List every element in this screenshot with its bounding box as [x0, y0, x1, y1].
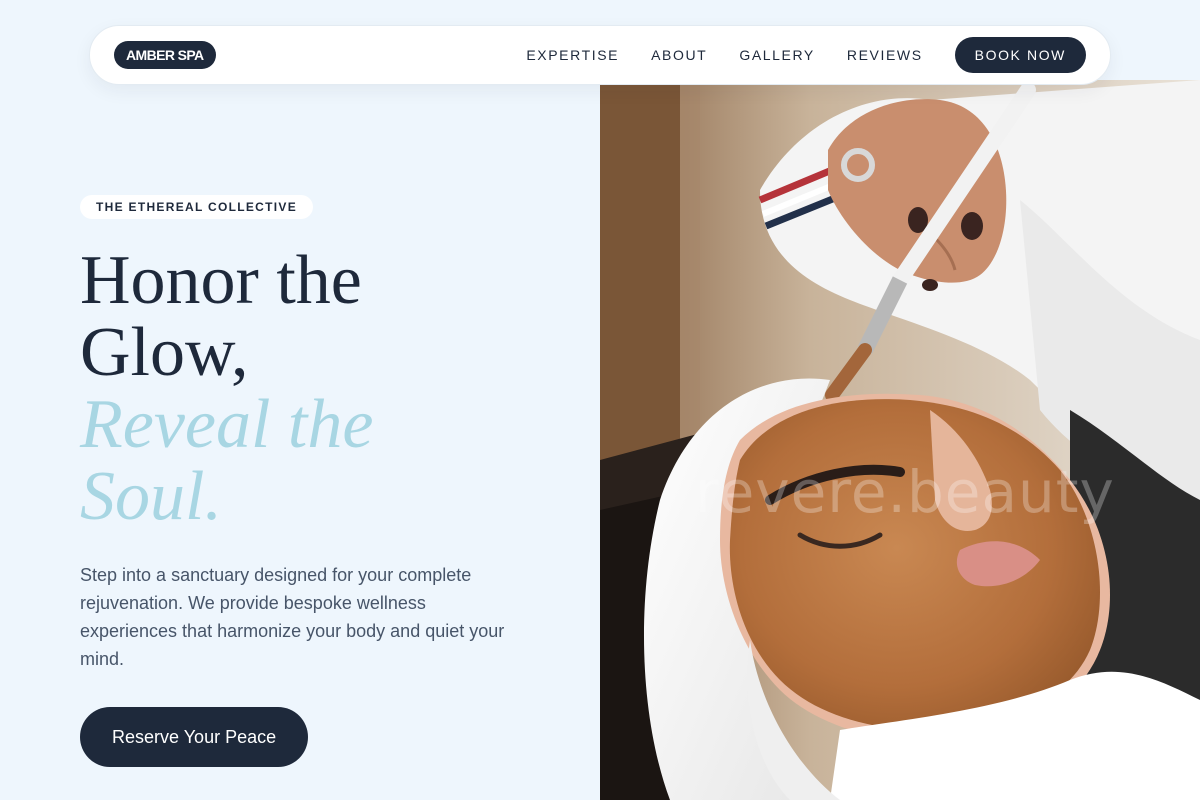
nav-links: EXPERTISE ABOUT GALLERY REVIEWS BOOK NOW — [526, 37, 1086, 73]
reserve-button[interactable]: Reserve Your Peace — [80, 707, 309, 767]
nav-link-gallery[interactable]: GALLERY — [739, 47, 815, 63]
collection-tag: THE ETHEREAL COLLECTIVE — [80, 195, 314, 219]
headline-line-1: Honor the — [80, 242, 362, 319]
top-navigation: AMBER SPA EXPERTISE ABOUT GALLERY REVIEW… — [89, 25, 1111, 85]
brand-logo[interactable]: AMBER SPA — [114, 41, 216, 69]
book-now-button[interactable]: BOOK NOW — [954, 37, 1086, 73]
facial-treatment-illustration — [600, 80, 1200, 800]
hero-image-facial-treatment: revere.beauty — [600, 80, 1200, 800]
hero-headline: Honor the Glow, Reveal the Soul. — [80, 245, 540, 533]
headline-line-2: Glow, — [80, 314, 249, 391]
nav-link-expertise[interactable]: EXPERTISE — [526, 47, 619, 63]
headline-accent-1: Reveal the — [80, 386, 374, 463]
image-watermark: revere.beauty — [695, 458, 1115, 526]
hero-content: THE ETHEREAL COLLECTIVE Honor the Glow, … — [80, 195, 540, 691]
hero-description: Step into a sanctuary designed for your … — [80, 565, 505, 669]
headline-accent-2: Soul. — [80, 458, 222, 535]
nav-link-reviews[interactable]: REVIEWS — [847, 47, 923, 63]
nav-link-about[interactable]: ABOUT — [651, 47, 707, 63]
